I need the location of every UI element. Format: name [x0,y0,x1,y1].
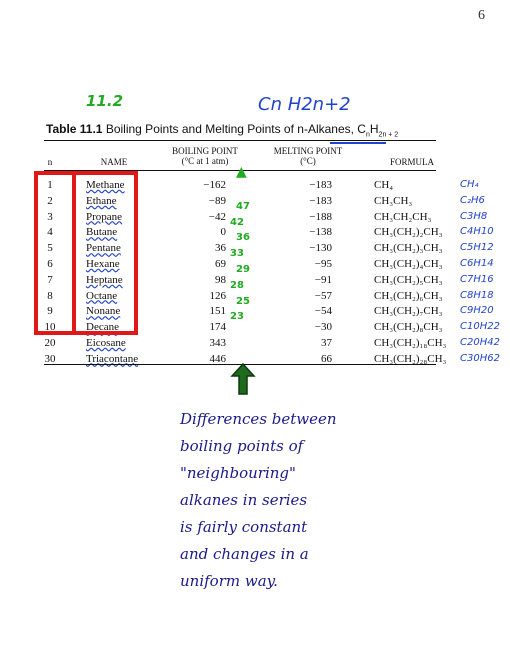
general-formula-annotation: Cn H2n+2 [258,94,351,115]
section-number-annotation: 11.2 [86,92,124,110]
bp-difference: 25 [236,295,250,307]
row-mp: −91 [314,273,332,286]
row-bp: −42 [208,210,226,223]
header-bp: BOILING POINT [172,146,238,156]
note-line: "neighbouring" [180,464,296,482]
header-mp: MELTING POINT [273,146,343,156]
handwritten-formula: C20H42 [460,337,500,348]
bp-difference: 36 [236,232,250,244]
row-bp: 126 [209,289,227,302]
row-formula: CH₄ [374,179,394,191]
row-bp: 98 [215,273,226,286]
row-mp: 37 [321,337,332,349]
row-formula: CH₃(CH₂)₆CH₃ [374,289,443,302]
row-mp: −188 [309,210,332,223]
table-caption: Table 11.1 Boiling Points and Melting Po… [46,122,398,138]
row-bp: −89 [208,194,226,207]
handwritten-formula: C₂H6 [460,194,485,206]
row-mp: −54 [314,305,332,318]
handwritten-formula: C30H62 [460,352,500,364]
table-label: Table 11.1 [46,122,103,136]
row-formula: CH₃(CH₂)₁₈CH₃ [374,337,447,349]
bp-difference: 28 [230,279,244,291]
up-arrow-icon [230,362,256,395]
row-mp: −57 [314,289,332,302]
bp-difference: 33 [230,248,244,260]
table-caption-text: Boiling Points and Melting Points of n-A… [105,122,366,136]
row-name: Eicosane [86,337,126,349]
header-formula: FORMULA [389,157,434,167]
row-bp: 36 [215,242,226,255]
bp-difference: 23 [230,311,244,323]
row-bp: 174 [209,321,227,334]
row-mp: −183 [309,194,332,207]
row-formula: CH₃(CH₂)₇CH₃ [374,305,443,318]
handwritten-formula: C6H14 [460,258,494,269]
handwritten-formula: C10H22 [460,321,500,333]
table-top-rule [44,140,436,141]
handwritten-formula: CH₄ [460,179,479,190]
handwritten-formula: C4H10 [460,226,494,238]
caption-mid: H [369,122,379,136]
row-formula: CH₃(CH₂)₂CH₃ [374,226,443,239]
header-mp-unit: (°C) [300,156,316,166]
row-bp: 151 [209,305,227,318]
triangle-icon: ▲ [236,164,247,180]
note-line: is fairly constant [180,518,308,536]
handwritten-formula: C5H12 [460,242,494,254]
row-mp: −30 [314,321,332,334]
handwritten-formula: C8H18 [460,289,494,301]
note-line: Differences between [180,410,337,428]
row-n: 20 [44,337,56,349]
row-mp: −95 [314,258,332,270]
red-box-n-column [34,171,76,335]
page-number: 6 [478,8,485,23]
bp-difference: 42 [230,216,244,228]
row-formula: CH₃(CH₂)₃CH₃ [374,242,443,255]
row-formula: CH₃(CH₂)₈CH₃ [374,321,443,334]
red-box-name-column [72,171,138,335]
row-formula: CH₃CH₂CH₃ [374,210,432,223]
row-bp: −162 [203,179,226,191]
caption-underline [330,142,386,144]
row-bp: 0 [220,226,227,239]
bp-difference: 29 [236,264,250,275]
bp-difference: 47 [236,200,250,212]
handwritten-formula: C7H16 [460,273,494,285]
header-name: NAME [100,157,128,167]
note-line: boiling points of [180,437,304,455]
row-bp: 69 [215,258,226,270]
handwritten-formula: C9H20 [460,305,494,317]
note-line: alkanes in series [180,491,308,509]
note-line: and changes in a [180,545,309,563]
row-bp: 343 [209,337,227,349]
header-n: n [47,157,53,167]
caption-sub-2n2: 2n + 2 [378,131,399,139]
note-line: uniform way. [180,572,278,590]
row-formula: CH₃(CH₂)₅CH₃ [374,273,443,286]
handwritten-formula: C3H8 [460,210,488,222]
row-mp: −138 [309,226,332,239]
header-bp-unit: (°C at 1 atm) [181,156,229,166]
row-formula: CH₃(CH₂)₄CH₃ [374,258,443,270]
row-mp: −183 [309,179,332,191]
row-formula: CH₃CH₃ [374,194,413,207]
row-mp: −130 [309,242,332,255]
